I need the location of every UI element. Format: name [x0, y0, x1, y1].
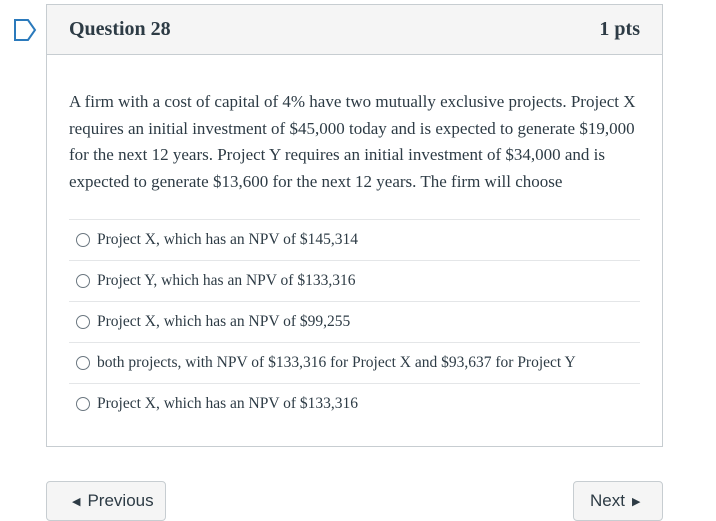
answer-label: Project Y, which has an NPV of $133,316: [97, 272, 356, 289]
answer-option-4[interactable]: both projects, with NPV of $133,316 for …: [69, 342, 640, 383]
answer-option-3[interactable]: Project X, which has an NPV of $99,255: [69, 301, 640, 342]
radio-button[interactable]: [76, 315, 90, 329]
question-title: Question 28: [69, 18, 171, 40]
triangle-left-icon: ◀: [72, 495, 81, 508]
question-header: Question 28 1 pts: [47, 5, 662, 55]
answer-label: Project X, which has an NPV of $145,314: [97, 231, 359, 248]
question-text: A firm with a cost of capital of 4% have…: [69, 92, 636, 191]
answer-label: Project X, which has an NPV of $99,255: [97, 313, 351, 330]
radio-button[interactable]: [76, 233, 90, 247]
bookmark-flag-icon[interactable]: [13, 18, 37, 42]
triangle-right-icon: ▶: [631, 495, 641, 508]
question-body: A firm with a cost of capital of 4% have…: [47, 55, 662, 424]
radio-button[interactable]: [76, 274, 90, 288]
answer-list: Project X, which has an NPV of $145,314 …: [69, 219, 640, 424]
radio-button[interactable]: [76, 356, 90, 370]
answer-option-2[interactable]: Project Y, which has an NPV of $133,316: [69, 260, 640, 301]
next-button[interactable]: Next ▶: [573, 481, 663, 521]
question-card: Question 28 1 pts A firm with a cost of …: [46, 4, 663, 447]
answer-label: both projects, with NPV of $133,316 for …: [97, 354, 576, 371]
answer-option-5[interactable]: Project X, which has an NPV of $133,316: [69, 383, 640, 424]
radio-button[interactable]: [76, 397, 90, 411]
answer-option-1[interactable]: Project X, which has an NPV of $145,314: [69, 219, 640, 260]
next-label: Next: [590, 491, 625, 510]
previous-label: Previous: [87, 491, 154, 510]
previous-button[interactable]: ◀ Previous: [46, 481, 166, 521]
answer-label: Project X, which has an NPV of $133,316: [97, 395, 359, 412]
question-points: 1 pts: [599, 18, 640, 40]
